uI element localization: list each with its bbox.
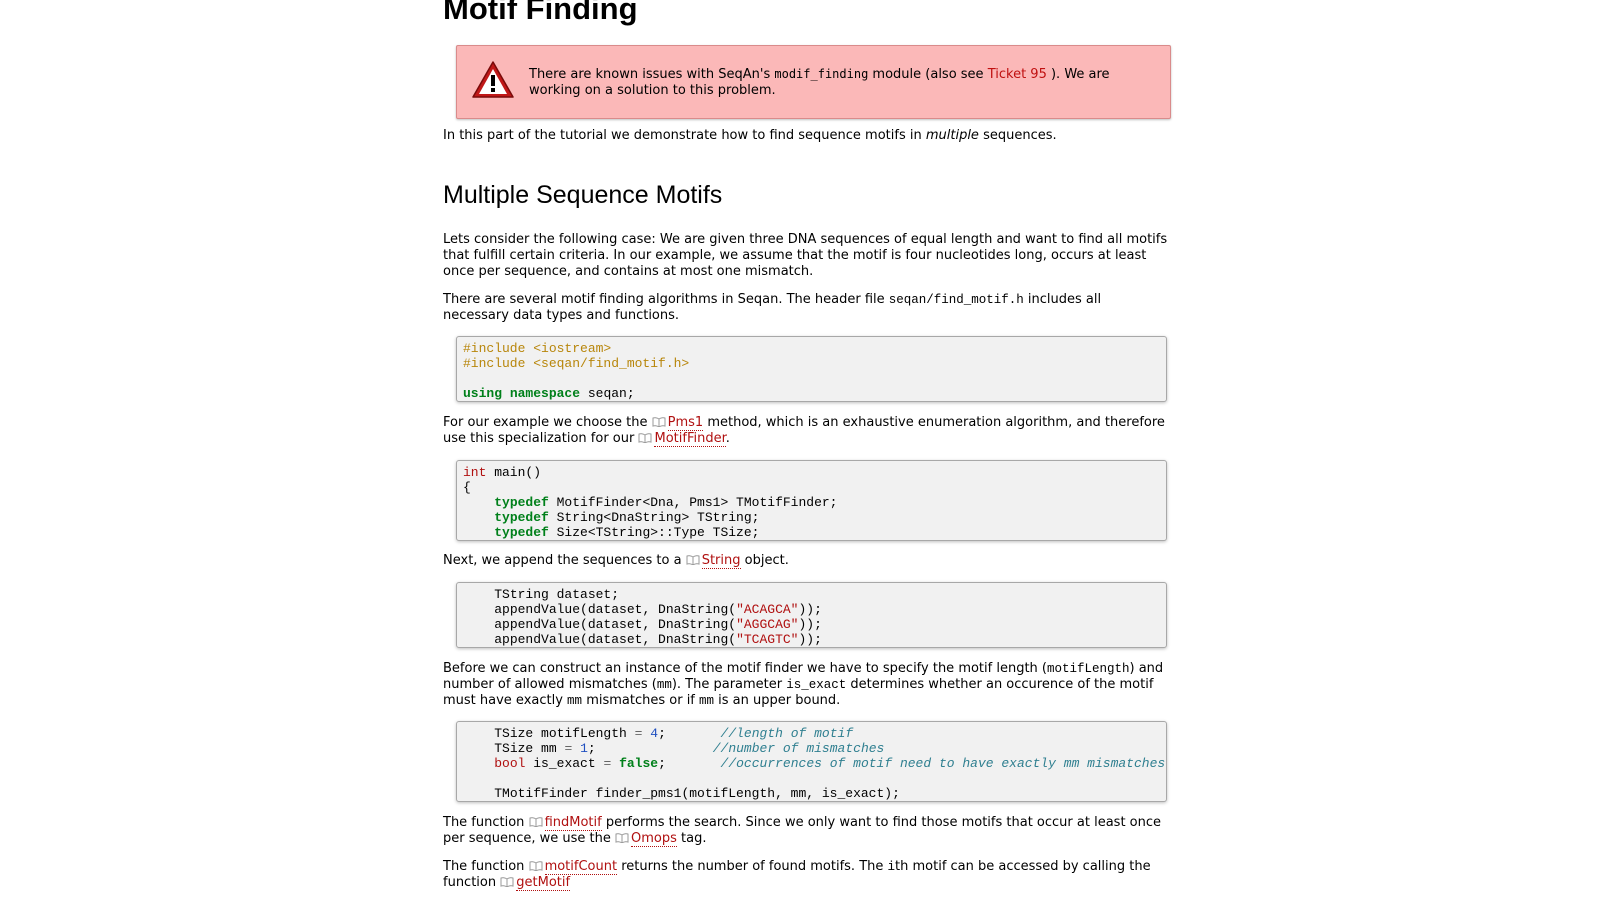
warning-text: There are known issues with SeqAn's modi… bbox=[529, 67, 1110, 98]
page-title: Motif Finding bbox=[443, 0, 638, 26]
code-block-includes: #include <iostream> #include <seqan/find… bbox=[456, 336, 1167, 402]
motiffinder-link[interactable]: MotifFinder bbox=[654, 431, 726, 447]
findmotif-link[interactable]: findMotif bbox=[544, 815, 602, 831]
warning-icon bbox=[472, 61, 514, 98]
paragraph-motifcount: The function motifCount returns the numb… bbox=[443, 859, 1151, 891]
paragraph-pms1: For our example we choose the Pms1 metho… bbox=[443, 415, 1165, 447]
paragraph-parameters: Before we can construct an instance of t… bbox=[443, 661, 1164, 708]
ticket-link[interactable]: Ticket 95 bbox=[988, 67, 1047, 82]
book-icon bbox=[529, 817, 543, 827]
book-icon bbox=[652, 417, 666, 427]
module-code: modif_finding bbox=[774, 67, 869, 81]
paragraph-criteria: Lets consider the following case: We are… bbox=[443, 232, 1168, 279]
paragraph-header: There are several motif finding algorith… bbox=[443, 292, 1102, 323]
warning-box: There are known issues with SeqAn's modi… bbox=[456, 45, 1171, 119]
book-icon bbox=[500, 877, 514, 887]
book-icon bbox=[615, 833, 629, 843]
code-block-parameters: TSize motifLength = 4; //length of motif… bbox=[456, 721, 1167, 802]
code-block-dataset: TString dataset; appendValue(dataset, Dn… bbox=[456, 582, 1167, 648]
book-icon bbox=[638, 433, 652, 443]
code-block-typedefs: int main() { typedef MotifFinder<Dna, Pm… bbox=[456, 460, 1167, 541]
getmotif-link[interactable]: getMotif bbox=[516, 875, 571, 891]
motifcount-link[interactable]: motifCount bbox=[544, 859, 618, 875]
omops-link[interactable]: Omops bbox=[631, 831, 677, 847]
book-icon bbox=[686, 555, 700, 565]
intro-paragraph: In this part of the tutorial we demonstr… bbox=[443, 128, 1057, 143]
pms1-link[interactable]: Pms1 bbox=[667, 415, 704, 431]
paragraph-append: Next, we append the sequences to a Strin… bbox=[443, 553, 789, 569]
string-link[interactable]: String bbox=[701, 553, 741, 569]
book-icon bbox=[529, 861, 543, 871]
paragraph-findmotif: The function findMotif performs the sear… bbox=[443, 815, 1162, 847]
section-title: Multiple Sequence Motifs bbox=[443, 181, 723, 209]
